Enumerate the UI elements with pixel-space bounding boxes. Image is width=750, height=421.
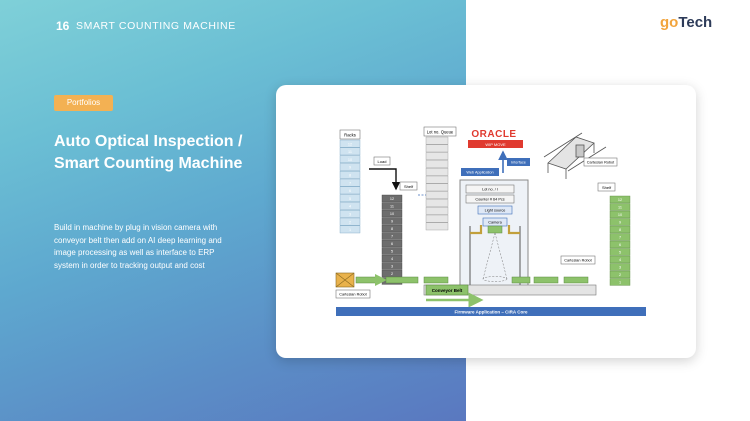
- lot-queue-slot: [425, 183, 449, 192]
- shelf-left-slot-number: 10: [390, 212, 394, 216]
- logo-part-go: go: [660, 14, 679, 31]
- lot-queue-slot: [425, 152, 449, 160]
- rack-slot-number: 4: [349, 205, 351, 209]
- cartesian-robot-left-label: Cartesian Robot: [339, 293, 367, 297]
- shelf-right-slot-number: 2: [619, 273, 621, 277]
- shelf-right-slot-number: 10: [618, 213, 622, 217]
- shelf-left-slot-number: 3: [391, 265, 393, 269]
- shelf-right-slot-number: 3: [619, 266, 621, 270]
- rack-slot-number: 11: [348, 150, 352, 154]
- lot-no-label: Lot no. / I: [482, 188, 498, 192]
- shelf-left-slot-number: 2: [391, 272, 393, 276]
- shelf-left-slot-number: 7: [391, 235, 393, 239]
- shelf-left-slot-number: 11: [390, 205, 394, 209]
- rack-slot-number: 9: [349, 166, 351, 170]
- shelf-right-label: Shelf: [602, 185, 612, 190]
- counter-label: Counter # 64 Pcs: [475, 198, 504, 202]
- racks-stack: 12 11 10 9 8 7 6 5 4 3 2 1: [339, 139, 361, 234]
- flow-block-4: [563, 276, 589, 284]
- shelf-output-arrow: [385, 276, 419, 284]
- shelf-right-slot-number: 8: [619, 228, 621, 232]
- page-title: SMART COUNTING MACHINE: [76, 20, 236, 32]
- page-number: 16: [56, 19, 70, 33]
- camera-lens: [487, 225, 503, 234]
- shelf-right-slot-number: 7: [619, 236, 621, 240]
- shelf-left-slot-number: 9: [391, 220, 393, 224]
- lot-queue-slot: [425, 144, 449, 153]
- web-application-label: Web Application: [466, 171, 493, 175]
- lot-queue-label: Lot no. Queue: [427, 130, 454, 135]
- light-source-label: Light source: [485, 209, 506, 213]
- shelf-right-slot-number: 6: [619, 243, 621, 247]
- shelf-right-stack: 12 11 10 9 8 7 6 5 4 3 2 1: [609, 195, 631, 286]
- lot-queue-slot: [425, 136, 449, 145]
- shelf-right-slot-number: 9: [619, 221, 621, 225]
- rack-slot-number: 10: [348, 158, 352, 162]
- lot-queue-slot: [425, 199, 449, 207]
- lot-queue-stack: [425, 136, 449, 231]
- shelf-right-slot-number: 12: [618, 198, 622, 202]
- lot-queue-slot: [425, 206, 449, 215]
- portfolios-badge: Portfolios: [54, 95, 113, 111]
- flow-block-2: [511, 276, 531, 284]
- load-label: Load: [378, 159, 387, 164]
- shelf-right-slot-number: 11: [618, 206, 622, 210]
- logo-part-tech: Tech: [678, 14, 713, 31]
- diagram-card: Racks 12 11 10 9 8 7 6 5 4 3 2 1 Lot no. Queue Load…: [276, 85, 696, 358]
- rack-slot-number: 6: [349, 189, 351, 193]
- flow-block-1: [423, 276, 449, 284]
- oracle-logo: ORACLE: [471, 129, 516, 140]
- lot-queue-slot: [425, 167, 449, 176]
- rack-slot-number: 12: [348, 142, 352, 146]
- lot-queue-slot: [425, 191, 449, 199]
- shelf-right-slot-number: 1: [619, 281, 621, 285]
- shelf-left-slot-number: 6: [391, 242, 393, 246]
- shelf-left-slot-number: 8: [391, 227, 393, 231]
- interface-label: Interface: [511, 161, 526, 165]
- shelf-left-slot-number: 4: [391, 257, 393, 261]
- rack-slot-number: 5: [349, 197, 351, 201]
- rack-slot-number: 2: [349, 220, 351, 224]
- input-tray-arrow: [355, 276, 381, 284]
- conveyor-belt-label: Conveyor Belt: [432, 288, 463, 293]
- load-arrow: [369, 168, 401, 191]
- lot-queue-slot: [425, 175, 449, 184]
- system-diagram: Racks 121110987654321 Lot no. Queue Load…: [335, 126, 646, 316]
- cartesian-robot-illustration: [543, 132, 607, 179]
- lot-queue-slot: [425, 160, 449, 168]
- rack-slot-number: 7: [349, 181, 351, 185]
- rack-slot-number: 3: [349, 213, 351, 217]
- firmware-label: Firmware Application – CIRA Core: [455, 310, 528, 315]
- shelf-left-slot-number: 5: [391, 250, 393, 254]
- flow-block-3: [533, 276, 559, 284]
- shelf-right-slot-number: 5: [619, 251, 621, 255]
- lot-queue-slot: [425, 222, 449, 231]
- racks-label: Racks: [344, 133, 356, 138]
- shelf-left-stack: 121110987654321: [381, 194, 403, 285]
- hero-description: Build in machine by plug in vision camer…: [54, 223, 222, 270]
- cartesian-robot-top-label: Cartesian Robot: [587, 161, 615, 165]
- shelf-left-label: Shelf: [404, 184, 414, 189]
- rack-slot-number: 1: [349, 228, 351, 232]
- hero-title: Auto Optical Inspection / Smart Counting…: [54, 133, 243, 172]
- shelf-left-slot-number: 12: [390, 197, 394, 201]
- lot-queue-slot: [425, 214, 449, 223]
- cartesian-robot-right-label: Cartesian Robot: [564, 259, 592, 263]
- camera-label: Camera: [488, 221, 502, 225]
- wip-move-label: WIP MOVE: [485, 142, 506, 147]
- gotech-logo: goTech: [660, 14, 712, 31]
- rack-slot-number: 8: [349, 174, 351, 178]
- shelf-right-slot-number: 4: [619, 258, 621, 262]
